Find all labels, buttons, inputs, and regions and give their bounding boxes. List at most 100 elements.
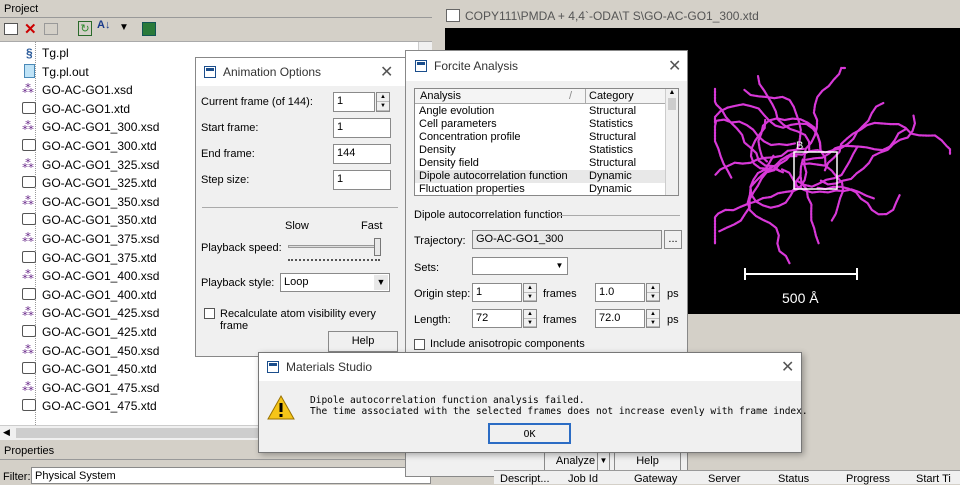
tree-item-label: GO-AC-GO1_325.xsd	[42, 157, 160, 172]
aniso-checkbox[interactable]	[414, 339, 425, 350]
analysis-name: Cell parameters	[419, 118, 497, 130]
project-toolbar: ✕ ↻ A↓ ▼	[0, 18, 432, 42]
analysis-row[interactable]: Angle evolution Structural	[415, 105, 665, 118]
origin-step-input[interactable]: 1	[472, 283, 522, 302]
analysis-row[interactable]: Cell parameters Statistics	[415, 118, 665, 131]
warning-icon	[267, 394, 295, 420]
filter-input[interactable]: Physical System	[31, 467, 431, 484]
close-icon[interactable]: ✕	[781, 357, 794, 377]
tree-item-label: GO-AC-GO1_375.xtd	[42, 250, 157, 265]
viewer-title-bar: COPY111\PMDA + 4,4`-ODA\T S\GO-AC-GO1_30…	[441, 4, 960, 28]
length-stepper[interactable]: ▲ ▼	[523, 309, 537, 328]
error-message-dialog: Materials Studio ✕ Dipole autocorrelatio…	[258, 352, 808, 453]
job-column-header[interactable]: Start Ti	[916, 473, 951, 485]
analyze-dropdown-button[interactable]: ▼	[597, 451, 610, 471]
delete-icon[interactable]: ✕	[24, 20, 37, 38]
column-header-analysis[interactable]: Analysis	[420, 90, 461, 102]
help-button[interactable]: Help	[614, 451, 681, 471]
current-frame-input[interactable]: 1	[333, 92, 375, 112]
tree-item-label: GO-AC-GO1_475.xsd	[42, 380, 160, 395]
origin-step-stepper[interactable]: ▲ ▼	[523, 283, 537, 302]
document-icon	[446, 9, 460, 22]
sort-icon[interactable]: A↓	[97, 19, 110, 31]
column-header-category[interactable]: Category	[589, 90, 634, 102]
playback-style-select[interactable]: Loop ▼	[280, 273, 390, 292]
viewer-title: COPY111\PMDA + 4,4`-ODA\T S\GO-AC-GO1_30…	[465, 9, 759, 23]
analysis-row[interactable]: Density Statistics	[415, 144, 665, 157]
chevron-down-icon[interactable]: ▼	[119, 22, 129, 33]
analysis-category: Structural	[589, 157, 637, 169]
analysis-category: Statistics	[589, 144, 634, 156]
properties-icon[interactable]	[44, 23, 58, 35]
chevron-down-icon[interactable]: ▼	[374, 275, 388, 290]
message-line-2: The time associated with the selected fr…	[310, 406, 808, 417]
job-column-header[interactable]: Descript...	[500, 473, 550, 485]
analysis-row[interactable]: Concentration profile Structural	[415, 131, 665, 144]
molecule-file-icon: ⁂	[22, 268, 34, 283]
molecule-file-icon: ⁂	[22, 379, 34, 394]
browse-button[interactable]: ...	[664, 230, 682, 249]
playback-speed-label: Playback speed:	[201, 242, 282, 254]
animation-title: Animation Options	[223, 65, 322, 79]
tree-item-label: Tg.pl	[42, 46, 69, 60]
ok-button[interactable]: OK	[488, 423, 571, 444]
sets-select[interactable]: ▼	[472, 257, 568, 275]
start-frame-input[interactable]: 1	[333, 118, 391, 138]
playback-speed-slider[interactable]	[288, 245, 380, 248]
message-title-bar: Materials Studio ✕	[259, 353, 801, 381]
list-scrollbar[interactable]: ▲	[665, 89, 678, 195]
step-size-label: Step size:	[201, 174, 250, 186]
message-line-1: Dipole autocorrelation function analysis…	[310, 395, 585, 406]
tree-item-label: GO-AC-GO1_400.xsd	[42, 269, 160, 284]
analysis-row[interactable]: Fluctuation properties Dynamic	[415, 183, 665, 195]
job-column-header[interactable]: Status	[778, 473, 809, 485]
close-icon[interactable]: ✕	[380, 62, 393, 82]
length-time-input[interactable]: 72.0	[595, 309, 645, 328]
molecule-file-icon: ⁂	[22, 193, 34, 208]
origin-time-stepper[interactable]: ▲ ▼	[646, 283, 660, 302]
tree-item-label: GO-AC-GO1.xsd	[42, 83, 133, 98]
analysis-name: Concentration profile	[419, 131, 521, 143]
job-column-header[interactable]: Job Id	[568, 473, 598, 485]
analysis-name: Fluctuation properties	[419, 183, 525, 195]
job-column-header[interactable]: Progress	[846, 473, 890, 485]
chevron-down-icon[interactable]: ▼	[553, 259, 566, 273]
book-icon[interactable]	[142, 22, 156, 36]
playback-style-label: Playback style:	[201, 277, 275, 289]
script-icon: §	[26, 46, 33, 60]
slider-thumb[interactable]	[374, 238, 381, 256]
length-input[interactable]: 72	[472, 309, 522, 328]
job-column-header[interactable]: Gateway	[634, 473, 677, 485]
analysis-row[interactable]: Density field Structural	[415, 157, 665, 170]
recalc-checkbox[interactable]	[204, 308, 215, 319]
analysis-list[interactable]: Analysis / Category Angle evolution Struc…	[414, 88, 679, 196]
current-frame-label: Current frame (of 144):	[201, 96, 313, 108]
end-frame-input[interactable]: 144	[333, 144, 391, 164]
job-explorer-header: Descript... Job Id Gateway Server Status Prog…	[494, 470, 960, 485]
scroll-left-arrow-icon[interactable]: ◀	[3, 427, 10, 438]
new-folder-icon[interactable]	[4, 23, 18, 35]
sets-label: Sets:	[414, 262, 440, 274]
trajectory-file-icon	[22, 287, 36, 300]
analysis-row[interactable]: Dipole autocorrelation function Dynamic	[415, 170, 665, 183]
tree-item-label: GO-AC-GO1_475.xtd	[42, 399, 157, 414]
origin-time-input[interactable]: 1.0	[595, 283, 645, 302]
help-button[interactable]: Help	[328, 331, 398, 352]
refresh-icon[interactable]: ↻	[78, 21, 92, 36]
close-icon[interactable]: ✕	[668, 56, 681, 76]
molecule-file-icon: ⁂	[22, 305, 34, 320]
job-column-header[interactable]: Server	[708, 473, 740, 485]
properties-title: Properties	[4, 445, 55, 457]
analysis-category: Dynamic	[589, 183, 632, 195]
step-size-input[interactable]: 1	[333, 170, 391, 190]
scale-label: 500 Å	[782, 290, 819, 306]
molecule-file-icon: ⁂	[22, 156, 34, 171]
current-frame-stepper[interactable]: ▲ ▼	[376, 92, 390, 112]
length-label: Length:	[414, 314, 451, 326]
trajectory-input[interactable]: GO-AC-GO1_300	[472, 230, 662, 249]
length-time-stepper[interactable]: ▲ ▼	[646, 309, 660, 328]
section-separator	[556, 215, 680, 216]
window-icon	[204, 66, 216, 78]
molecule-file-icon: ⁂	[22, 342, 34, 357]
end-frame-label: End frame:	[201, 148, 255, 160]
